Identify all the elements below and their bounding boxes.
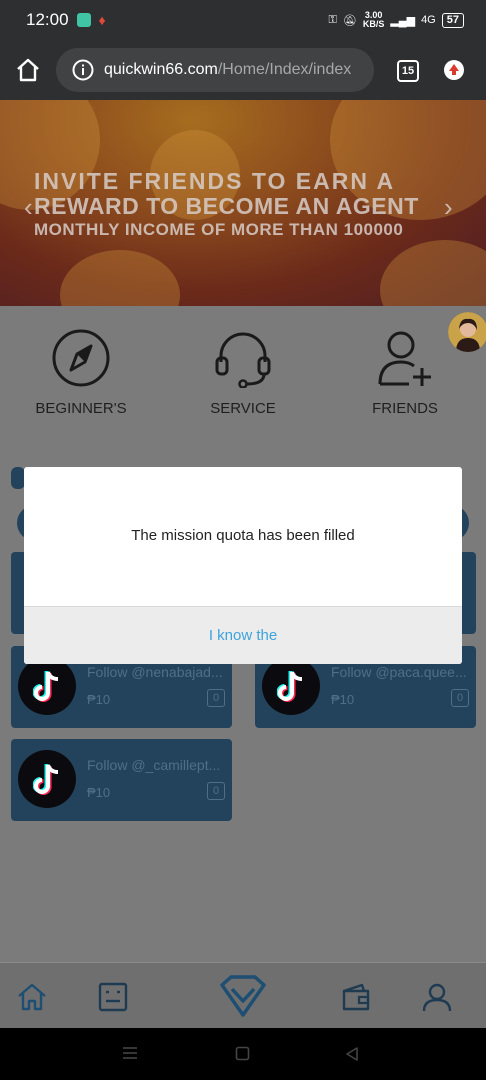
tiktok-icon xyxy=(277,671,303,702)
task-card[interactable]: Follow @_camillept... ₱10 0 xyxy=(11,739,232,821)
tiktok-logo xyxy=(18,657,76,715)
promo-banner[interactable]: INVITE FRIENDS TO EARN A REWARD TO BECOM… xyxy=(0,100,486,306)
home-icon[interactable] xyxy=(16,981,48,1013)
banner-line-1: INVITE FRIENDS TO EARN A xyxy=(34,168,396,194)
battery-level: 57 xyxy=(441,12,464,28)
task-count: 0 xyxy=(451,689,469,707)
agent-avatar-icon xyxy=(448,312,486,352)
status-time: 12:00 xyxy=(26,10,69,29)
update-icon[interactable] xyxy=(444,60,464,80)
banner-line-3: MONTHLY INCOME OF MORE THAN 100000 xyxy=(34,220,404,239)
banner-next-icon[interactable]: › xyxy=(444,192,453,223)
quick-link-service[interactable]: SERVICE xyxy=(178,328,308,417)
tiktok-icon xyxy=(33,671,59,702)
dialog-confirm-button[interactable]: I know the xyxy=(24,606,462,664)
alert-dialog: The mission quota has been filled I know… xyxy=(24,467,462,664)
task-count: 0 xyxy=(207,782,225,800)
network-rate: 3.00 KB/S xyxy=(362,10,385,29)
site-info-icon[interactable] xyxy=(72,59,94,81)
bottom-tab-bar xyxy=(0,962,486,1029)
task-title: Follow @nenabajad... xyxy=(87,664,223,680)
signal-icon: ▂▄▆ xyxy=(390,14,416,27)
add-friend-icon xyxy=(378,331,431,386)
address-bar[interactable]: quickwin66.com/Home/Index/index xyxy=(56,48,374,92)
quick-link-label: BEGINNER'S xyxy=(35,400,127,417)
back-icon[interactable] xyxy=(345,1046,359,1062)
task-list-icon[interactable] xyxy=(97,981,129,1013)
vpn-icon: ⚿ xyxy=(328,13,337,26)
tiktok-logo xyxy=(18,750,76,808)
task-reward: ₱10 xyxy=(87,785,111,800)
section-marker xyxy=(11,467,25,489)
wallet-icon[interactable] xyxy=(340,981,372,1013)
compass-icon xyxy=(52,329,110,387)
quick-link-label: FRIENDS xyxy=(372,400,438,417)
banner-prev-icon[interactable]: ‹ xyxy=(24,192,33,223)
tiktok-logo xyxy=(262,657,320,715)
dialog-message: The mission quota has been filled xyxy=(131,527,355,544)
task-count: 0 xyxy=(207,689,225,707)
task-title: Follow @paca.quee... xyxy=(331,664,467,680)
browser-toolbar: quickwin66.com/Home/Index/index 15 xyxy=(0,40,486,100)
tab-switcher-button[interactable]: 15 xyxy=(397,60,419,82)
home-icon[interactable] xyxy=(14,56,42,84)
banner-line-2: REWARD TO BECOME AN AGENT xyxy=(34,193,419,219)
task-reward: ₱10 xyxy=(87,692,111,707)
quick-link-beginners[interactable]: BEGINNER'S xyxy=(16,328,146,417)
task-title: Follow @_camillept... xyxy=(87,757,221,773)
home-nav-icon[interactable] xyxy=(235,1046,250,1061)
app-notification-icon xyxy=(76,13,91,27)
menu-icon[interactable] xyxy=(122,1046,138,1060)
tiktok-icon xyxy=(33,764,59,795)
url-text: quickwin66.com/Home/Index/index xyxy=(104,61,352,78)
profile-icon[interactable] xyxy=(421,981,453,1013)
brand-icon[interactable] xyxy=(219,971,267,1019)
status-bar: 12:00 ♦ ⚿ 🔕︎ 3.00 KB/S ▂▄▆ 4G 57 xyxy=(0,0,486,40)
network-type: 4G xyxy=(421,14,436,26)
tinder-notification-icon: ♦ xyxy=(98,12,106,28)
quick-link-label: SERVICE xyxy=(210,400,276,417)
support-avatar[interactable] xyxy=(448,312,486,352)
task-reward: ₱10 xyxy=(331,692,355,707)
quick-links: BEGINNER'S SERVICE FRIENDS xyxy=(0,306,486,466)
headset-icon xyxy=(215,332,271,388)
mute-icon: 🔕︎ xyxy=(342,14,357,27)
system-nav-bar xyxy=(0,1028,486,1080)
